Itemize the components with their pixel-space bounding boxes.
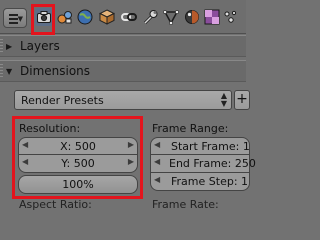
tab-scene[interactable] xyxy=(56,8,74,26)
layers-panel-title: Layers xyxy=(20,39,60,53)
wrench-icon xyxy=(143,10,158,25)
editor-type-button[interactable]: ▼ xyxy=(3,8,27,28)
resolution-highlight xyxy=(12,116,143,199)
cube-icon xyxy=(99,9,115,25)
add-preset-button[interactable]: + xyxy=(234,90,250,110)
particles-icon xyxy=(224,10,237,23)
frame-rate-label: Frame Rate: xyxy=(152,198,219,211)
frame-range-label: Frame Range: xyxy=(152,122,229,135)
aspect-ratio-label: Aspect Ratio: xyxy=(19,198,92,211)
dimensions-panel-title: Dimensions xyxy=(20,64,91,78)
tab-texture[interactable] xyxy=(203,8,221,26)
tab-object[interactable] xyxy=(98,8,116,26)
mesh-data-icon xyxy=(163,10,179,25)
tab-world[interactable] xyxy=(76,8,94,26)
frame-step-value: Frame Step: 1 xyxy=(171,175,249,188)
render-presets-dropdown[interactable]: Render Presets ▲ ▼ xyxy=(14,90,232,110)
triangle-down-icon: ▼ xyxy=(6,67,13,76)
triangle-right-icon: ▶ xyxy=(6,42,13,51)
texture-icon xyxy=(204,9,220,25)
end-frame-field[interactable]: ◀ End Frame: 250 xyxy=(150,155,256,173)
render-tab-highlight xyxy=(31,4,55,35)
panel-grip[interactable] xyxy=(0,64,3,79)
tab-modifiers[interactable] xyxy=(141,8,159,26)
chevron-down-icon: ▼ xyxy=(17,15,23,23)
start-frame-field[interactable]: ◀ Start Frame: 1 xyxy=(150,137,250,155)
end-frame-value: End Frame: 250 xyxy=(169,157,256,170)
tab-material[interactable] xyxy=(183,8,201,26)
scene-icon xyxy=(57,11,72,24)
chain-link-icon xyxy=(121,13,137,21)
panel-grip[interactable] xyxy=(0,39,3,54)
frame-step-field[interactable]: ◀ Frame Step: 1 xyxy=(150,173,250,191)
render-presets-label: Render Presets xyxy=(21,94,104,107)
world-icon xyxy=(77,9,93,25)
tab-constraints[interactable] xyxy=(120,8,138,26)
dimensions-panel-header[interactable]: ▼ Dimensions xyxy=(0,60,246,82)
tab-data[interactable] xyxy=(162,8,180,26)
start-frame-value: Start Frame: 1 xyxy=(171,140,250,153)
material-sphere-icon xyxy=(185,10,199,24)
tab-particles[interactable] xyxy=(222,8,240,26)
up-down-arrows-icon: ▲ ▼ xyxy=(220,91,227,108)
layers-panel-header[interactable]: ▶ Layers xyxy=(0,35,246,57)
